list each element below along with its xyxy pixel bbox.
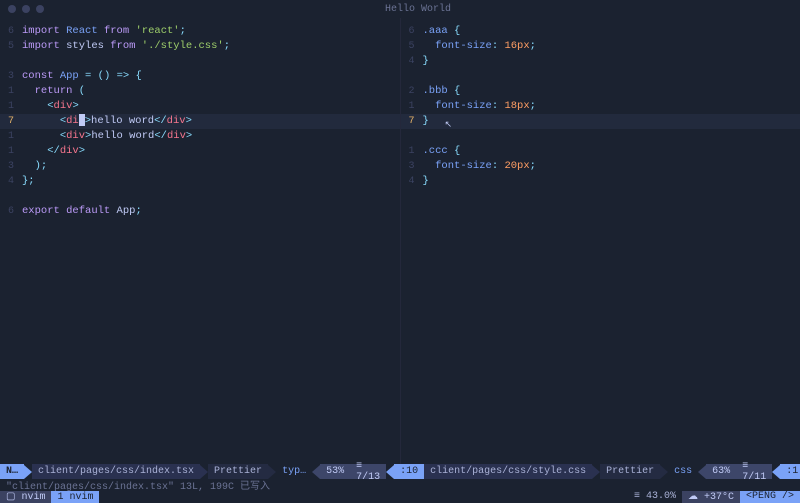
tmux-window[interactable]: 1 nvim bbox=[51, 491, 99, 503]
code-line[interactable] bbox=[0, 54, 400, 69]
percent: 53% bbox=[320, 464, 350, 479]
code-line[interactable]: 3 font-size: 20px; bbox=[401, 159, 800, 174]
formatter: Prettier bbox=[600, 464, 660, 479]
editor-split: 6import React from 'react';5import style… bbox=[0, 18, 800, 464]
window-title: Hello World bbox=[44, 4, 792, 15]
code-line[interactable]: 7} bbox=[401, 114, 800, 129]
traffic-lights[interactable] bbox=[8, 5, 44, 13]
zoom-icon[interactable] bbox=[36, 5, 44, 13]
column: :10 bbox=[394, 464, 424, 479]
code-line[interactable] bbox=[401, 129, 800, 144]
code-line[interactable]: 6export default App; bbox=[0, 204, 400, 219]
code-line[interactable]: 1 font-size: 18px; bbox=[401, 99, 800, 114]
tmux-session[interactable]: ▢ nvim bbox=[0, 491, 51, 503]
column: :1 bbox=[780, 464, 800, 479]
left-pane[interactable]: 6import React from 'react';5import style… bbox=[0, 18, 401, 464]
tmux-host: <PENG /> bbox=[740, 491, 800, 503]
code-line[interactable] bbox=[0, 189, 400, 204]
code-line[interactable]: 6import React from 'react'; bbox=[0, 24, 400, 39]
message-line: "client/pages/css/index.tsx" 13L, 199C 已… bbox=[0, 479, 800, 491]
code-line[interactable]: 2.bbb { bbox=[401, 84, 800, 99]
code-line[interactable]: 1.ccc { bbox=[401, 144, 800, 159]
minimize-icon[interactable] bbox=[22, 5, 30, 13]
code-line[interactable]: 1 <div> bbox=[0, 99, 400, 114]
line-count: ≡ 7/11 bbox=[736, 464, 772, 479]
line-count: ≡ 7/13 bbox=[350, 464, 386, 479]
code-line[interactable] bbox=[401, 69, 800, 84]
code-line[interactable]: 7 <di>hello word</div> bbox=[0, 114, 400, 129]
close-icon[interactable] bbox=[8, 5, 16, 13]
tmux-cpu: ≡ 43.0% bbox=[628, 491, 682, 503]
code-line[interactable]: 5import styles from './style.css'; bbox=[0, 39, 400, 54]
titlebar: Hello World bbox=[0, 0, 800, 18]
filetype: css bbox=[668, 464, 698, 479]
code-line[interactable]: 3const App = () => { bbox=[0, 69, 400, 84]
code-line[interactable]: 1 <div>hello word</div> bbox=[0, 129, 400, 144]
code-line[interactable]: 6.aaa { bbox=[401, 24, 800, 39]
code-line[interactable]: 5 font-size: 16px; bbox=[401, 39, 800, 54]
code-line[interactable]: 4} bbox=[401, 54, 800, 69]
code-line[interactable]: 4} bbox=[401, 174, 800, 189]
percent: 63% bbox=[706, 464, 736, 479]
file-path: client/pages/css/style.css bbox=[424, 464, 592, 479]
filetype: typ… bbox=[276, 464, 312, 479]
statusline-right: client/pages/css/style.css Prettier css … bbox=[424, 464, 800, 479]
code-line[interactable]: 1 return ( bbox=[0, 84, 400, 99]
right-pane[interactable]: ↖ 6.aaa {5 font-size: 16px;4}2.bbb {1 fo… bbox=[401, 18, 800, 464]
code-line[interactable]: 3 ); bbox=[0, 159, 400, 174]
code-line[interactable]: 1 </div> bbox=[0, 144, 400, 159]
code-line[interactable]: 4}; bbox=[0, 174, 400, 189]
tmux-weather: ☁ +37°C bbox=[682, 491, 740, 503]
